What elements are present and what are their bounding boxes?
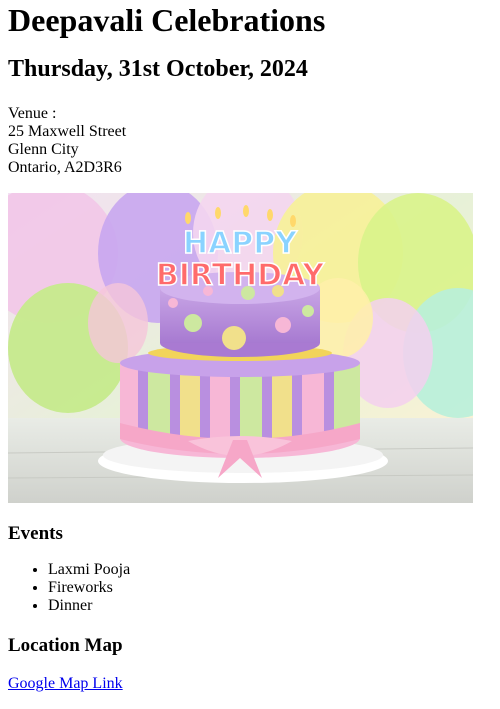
venue-address-line-3: Ontario, A2D3R6 bbox=[8, 159, 122, 176]
event-item: Laxmi Pooja bbox=[48, 561, 492, 579]
events-heading: Events bbox=[8, 523, 63, 544]
event-item: Fireworks bbox=[48, 579, 492, 597]
page-title: Deepavali Celebrations bbox=[8, 2, 326, 38]
location-map-heading: Location Map bbox=[8, 635, 123, 656]
event-item: Dinner bbox=[48, 597, 492, 615]
venue-address-line-2: Glenn City bbox=[8, 141, 79, 158]
birthday-cake-image: HAPPY BIRTHDAY bbox=[8, 193, 473, 503]
cake-text-happy: HAPPY bbox=[183, 226, 298, 261]
events-list: Laxmi Pooja Fireworks Dinner bbox=[8, 561, 492, 615]
cake-text-birthday: BIRTHDAY bbox=[156, 258, 326, 293]
page: Deepavali Celebrations Thursday, 31st Oc… bbox=[0, 0, 500, 693]
venue-address-line-1: 25 Maxwell Street bbox=[8, 123, 127, 140]
venue-label: Venue : bbox=[8, 105, 57, 122]
venue-block: Venue : 25 Maxwell Street Glenn City Ont… bbox=[8, 105, 492, 177]
google-map-link[interactable]: Google Map Link bbox=[8, 675, 123, 693]
event-date: Thursday, 31st October, 2024 bbox=[8, 56, 308, 82]
